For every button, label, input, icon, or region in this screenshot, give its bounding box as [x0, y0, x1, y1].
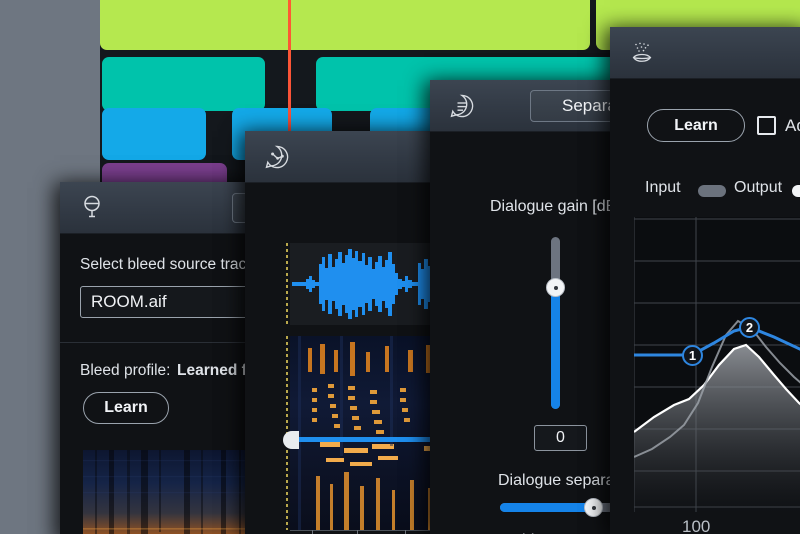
frequency-tick-label: 100 [682, 517, 710, 534]
mouth-panel-body: Learn Ada Input Output [610, 79, 800, 534]
dialogue-panel-header [245, 131, 445, 183]
dialogue-spectrogram[interactable] [290, 336, 445, 530]
mouth-icon [628, 39, 656, 67]
dialogue-separation-slider-knob[interactable] [584, 498, 603, 517]
eq-node[interactable]: 2 [739, 317, 760, 338]
mouth-eq-panel: Learn Ada Input Output [610, 27, 800, 534]
eq-curve-display[interactable]: 1 2 [634, 217, 800, 512]
output-toggle[interactable] [792, 185, 800, 197]
adaptive-checkbox[interactable] [757, 116, 776, 135]
mouth-learn-button[interactable]: Learn [647, 109, 745, 142]
adaptive-label: Ada [785, 116, 800, 136]
bleed-learn-button[interactable]: Learn [83, 392, 169, 424]
input-label: Input [645, 179, 681, 197]
separate-panel-body: Dialogue gain [dB 0 Dialogue separat Amb… [430, 132, 625, 534]
dialogue-separation-label: Dialogue separat [498, 472, 619, 490]
input-toggle[interactable] [698, 185, 726, 197]
dialogue-gain-slider-knob[interactable] [546, 278, 565, 297]
time-axis [290, 530, 445, 531]
output-label: Output [734, 179, 782, 197]
separate-dialogue-panel: Separate D Dialogue gain [dB 0 Dialogue … [430, 80, 625, 534]
bleed-removal-panel: Select bleed source trac ROOM.aif Bleed … [60, 182, 260, 534]
bleed-section-divider [60, 342, 260, 343]
bleed-profile-label: Bleed profile: [80, 362, 170, 380]
bleed-panel-header [60, 182, 260, 234]
dialogue-separation-slider-fill [500, 503, 590, 512]
bleed-profile-value: Learned f [177, 362, 247, 380]
time-tick-mark [405, 530, 406, 534]
dialogue-lines-icon [448, 92, 476, 120]
screen: Select bleed source trac ROOM.aif Bleed … [0, 0, 800, 534]
separate-panel-header: Separate D [430, 80, 625, 132]
dialogue-panel-body: 34 3 [245, 183, 445, 534]
timeline-clip[interactable] [102, 57, 265, 111]
timeline-clip[interactable] [100, 0, 590, 50]
bleed-panel-body: Select bleed source trac ROOM.aif Bleed … [60, 234, 260, 534]
waveform-ruler [286, 243, 288, 325]
timeline-clip[interactable] [102, 108, 206, 160]
eq-node[interactable]: 1 [682, 345, 703, 366]
bleed-source-label: Select bleed source trac [80, 256, 246, 274]
microphone-icon [78, 194, 106, 222]
bleed-spectrogram[interactable] [83, 450, 253, 534]
frequency-band-handle[interactable] [283, 431, 299, 449]
bleed-source-input[interactable]: ROOM.aif [80, 286, 260, 318]
frequency-band-line[interactable] [290, 437, 445, 442]
dialogue-waveform[interactable] [290, 243, 445, 325]
dialogue-gain-label: Dialogue gain [dB [490, 198, 616, 216]
dialogue-gain-value[interactable]: 0 [534, 425, 587, 451]
dialogue-gain-slider-fill [551, 289, 560, 409]
dialogue-isolate-panel: 34 3 [245, 131, 445, 534]
speech-waveform-icon [263, 143, 291, 171]
time-tick-mark [312, 530, 313, 534]
mouth-panel-header [610, 27, 800, 79]
time-tick-mark [357, 530, 358, 534]
